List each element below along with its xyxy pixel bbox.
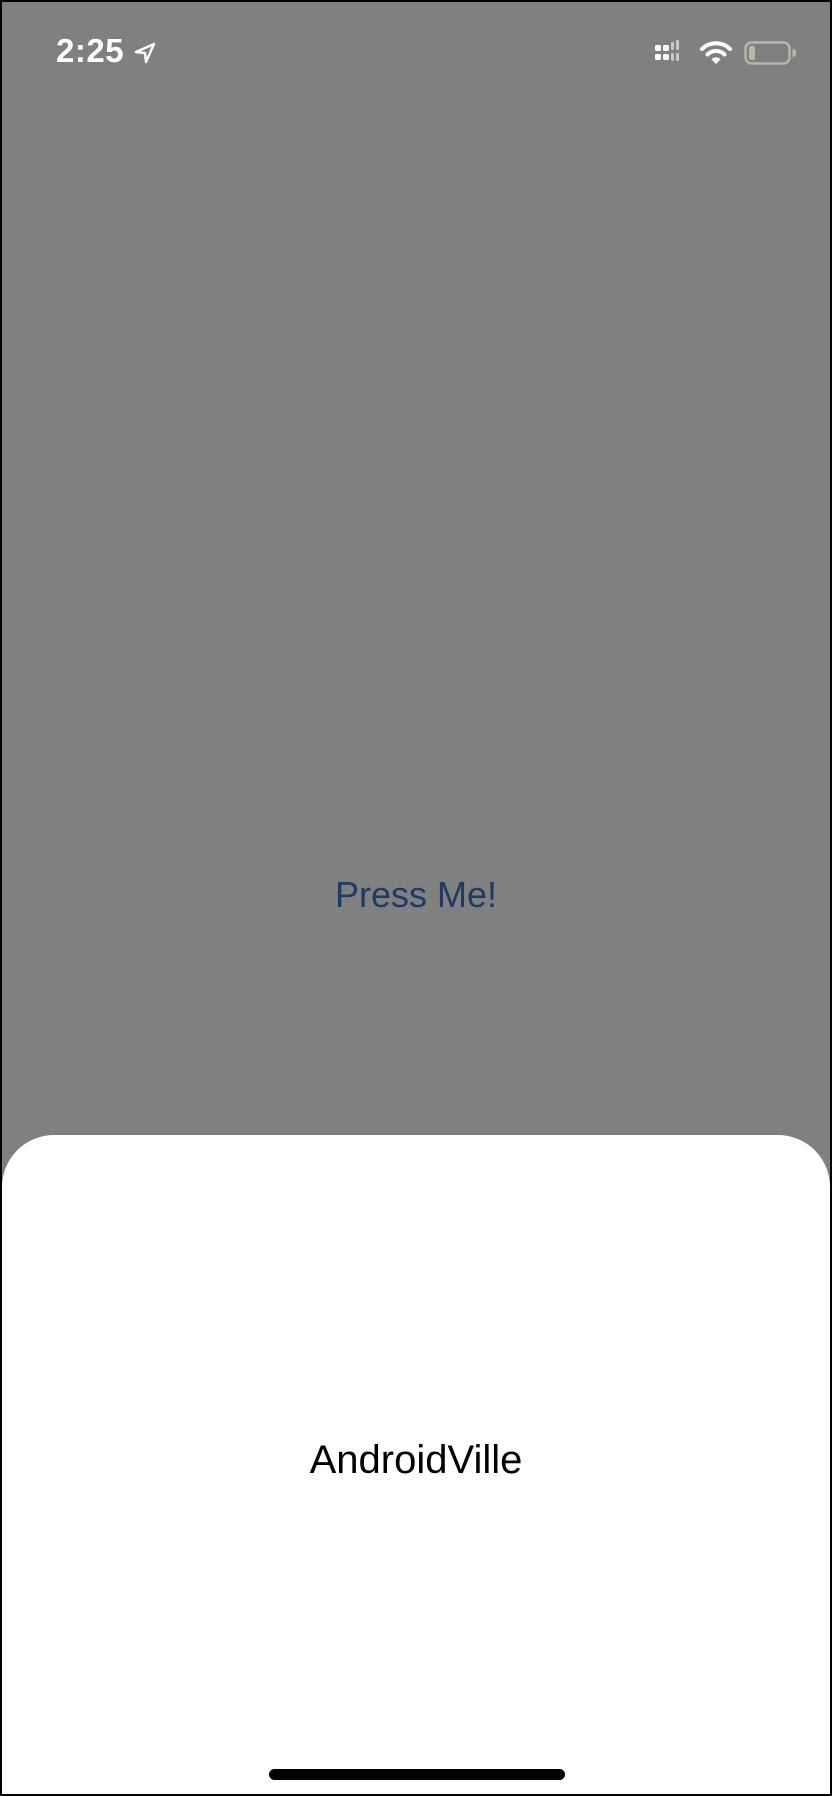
- sheet-title: AndroidVille: [309, 1438, 523, 1482]
- wifi-icon: [700, 41, 732, 64]
- battery-icon: [744, 41, 796, 65]
- press-me-button[interactable]: Press Me!: [2, 874, 830, 916]
- location-arrow-icon: [134, 42, 156, 64]
- app-screen: 2:25 Press Me! AndroidVille: [2, 2, 830, 1794]
- bottom-sheet: AndroidVille: [2, 1135, 830, 1794]
- home-indicator: [269, 1769, 565, 1780]
- status-bar: 2:25: [2, 2, 830, 106]
- cellular-signal-icon: [655, 40, 679, 61]
- status-time: 2:25: [56, 32, 125, 69]
